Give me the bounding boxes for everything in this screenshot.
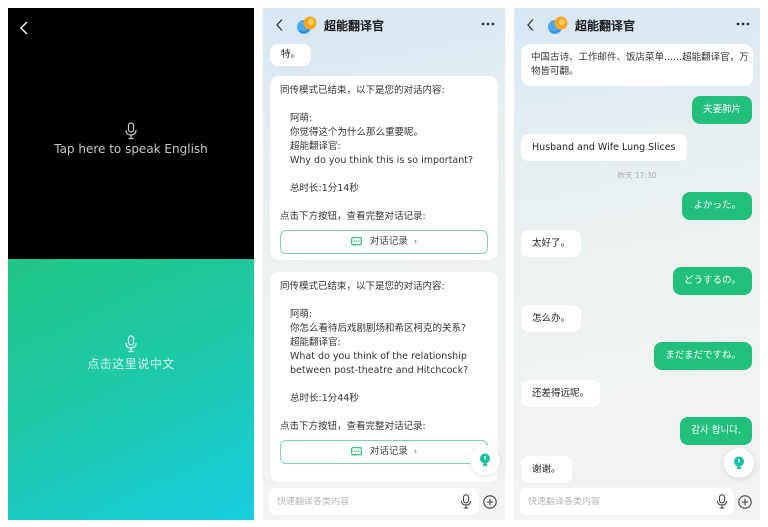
translation-text: Why do you think this is so important? xyxy=(290,155,474,166)
speaker-label: 超能翻译官: xyxy=(290,337,341,348)
app-title: 超能翻译官 xyxy=(324,18,385,33)
speaker-label: 阿萌: xyxy=(290,309,313,320)
message-timestamp: 昨天 17:30 xyxy=(617,171,657,180)
message-bubble-received: 特。 xyxy=(270,44,312,66)
chat-record-icon xyxy=(350,237,362,247)
lightbulb-icon xyxy=(734,456,744,469)
app-logo-icon xyxy=(548,16,568,34)
message-bubble-received: Husband and Wife Lung Slices xyxy=(521,134,687,161)
duration-text: 总时长:1分44秒 xyxy=(290,393,359,404)
microphone-icon xyxy=(125,122,137,140)
record-button-label: 对话记录 xyxy=(369,446,408,457)
message-bubble-sent: よかった。 xyxy=(682,192,752,220)
back-icon[interactable] xyxy=(525,18,537,32)
speaker-label: 阿萌: xyxy=(290,113,313,124)
translation-chat-screen: 超能翻译官 中国古诗、工作邮件、饭店菜单......超能翻译官，万 物皆可翻。 … xyxy=(514,8,760,520)
chinese-speak-area[interactable]: 点击这里说中文 xyxy=(8,259,254,520)
message-bubble-received: 还差得远呢。 xyxy=(521,380,601,407)
message-bubble-received: 太好了。 xyxy=(521,230,582,257)
tips-button[interactable] xyxy=(724,448,754,478)
translation-text: between post-theatre and Hitchcock? xyxy=(290,365,469,376)
message-bubble-sent: 夫妻肺片 xyxy=(691,96,752,124)
chevron-right-icon: › xyxy=(413,237,418,247)
voice-input-icon[interactable] xyxy=(460,494,472,509)
summary-card: 同传模式已结束，以下是您的对话内容: 阿萌: 你觉得这个为什么那么重要呢。 超能… xyxy=(270,76,498,260)
app-logo-icon xyxy=(297,16,317,34)
translate-input[interactable] xyxy=(269,496,429,507)
message-bubble-sent: まだまだですね。 xyxy=(654,342,752,370)
back-icon[interactable] xyxy=(18,20,32,36)
conversation-record-button[interactable]: 对话记录 › xyxy=(280,230,488,254)
english-speak-button[interactable]: Tap here to speak English xyxy=(8,122,254,156)
english-speak-area[interactable]: Tap here to speak English xyxy=(8,8,254,259)
message-list[interactable]: 中国古诗、工作邮件、饭店菜单......超能翻译官，万 物皆可翻。 夫妻肺片 H… xyxy=(514,42,760,484)
message-list[interactable]: 特。 同传模式已结束，以下是您的对话内容: 阿萌: 你觉得这个为什么那么重要呢。… xyxy=(263,42,505,484)
message-bubble-received: 谢谢。 xyxy=(521,456,572,483)
more-options-icon[interactable] xyxy=(481,21,495,27)
english-prompt: Tap here to speak English xyxy=(54,142,208,156)
chinese-speak-button[interactable]: 点击这里说中文 xyxy=(8,335,254,372)
message-bubble-sent: どうするの。 xyxy=(672,267,752,295)
microphone-icon xyxy=(125,335,137,353)
chat-header: 超能翻译官 xyxy=(514,8,760,42)
chevron-right-icon: › xyxy=(413,447,418,457)
cta-text: 点击下方按钮，查看完整对话记录: xyxy=(280,421,426,432)
chat-header: 超能翻译官 xyxy=(263,8,505,42)
tips-button[interactable] xyxy=(470,445,500,475)
add-icon[interactable] xyxy=(738,495,752,509)
translate-input-field[interactable] xyxy=(269,488,479,515)
back-icon[interactable] xyxy=(274,18,286,32)
chinese-prompt: 点击这里说中文 xyxy=(87,357,175,371)
translate-input-field[interactable] xyxy=(520,488,734,515)
translation-text: What do you think of the relationship xyxy=(290,351,467,362)
summary-intro: 同传模式已结束，以下是您的对话内容: xyxy=(280,85,445,96)
cta-text: 点击下方按钮，查看完整对话记录: xyxy=(280,211,426,222)
composer-bar xyxy=(514,484,760,520)
conversation-record-button[interactable]: 对话记录 › xyxy=(280,440,488,464)
add-icon[interactable] xyxy=(483,495,497,509)
message-bubble-received: 怎么办。 xyxy=(521,305,582,332)
summary-intro: 同传模式已结束，以下是您的对话内容: xyxy=(280,281,445,292)
interpretation-summary-screen: 超能翻译官 特。 同传模式已结束，以下是您的对话内容: 阿萌: 你觉得这个为什么… xyxy=(263,8,505,520)
translate-input[interactable] xyxy=(520,496,680,507)
speaker-text: 你觉得这个为什么那么重要呢。 xyxy=(290,127,424,138)
voice-input-icon[interactable] xyxy=(716,494,728,509)
record-button-label: 对话记录 xyxy=(369,236,408,247)
voice-input-screen: Tap here to speak English 点击这里说中文 xyxy=(8,8,254,520)
speaker-text: 你怎么看待后戏剧剧场和希区柯克的关系? xyxy=(290,323,467,334)
app-title: 超能翻译官 xyxy=(575,18,636,33)
summary-card: 同传模式已结束，以下是您的对话内容: 阿萌: 你怎么看待后戏剧剧场和希区柯克的关… xyxy=(270,272,498,482)
speaker-label: 超能翻译官: xyxy=(290,141,341,152)
lightbulb-icon xyxy=(480,453,490,466)
more-options-icon[interactable] xyxy=(736,21,750,27)
intro-message: 中国古诗、工作邮件、饭店菜单......超能翻译官，万 物皆可翻。 xyxy=(521,44,753,86)
duration-text: 总时长:1分14秒 xyxy=(290,183,359,194)
message-bubble-sent: 감사 합니다. xyxy=(680,417,752,445)
chat-record-icon xyxy=(350,447,362,457)
composer-bar xyxy=(263,484,505,520)
